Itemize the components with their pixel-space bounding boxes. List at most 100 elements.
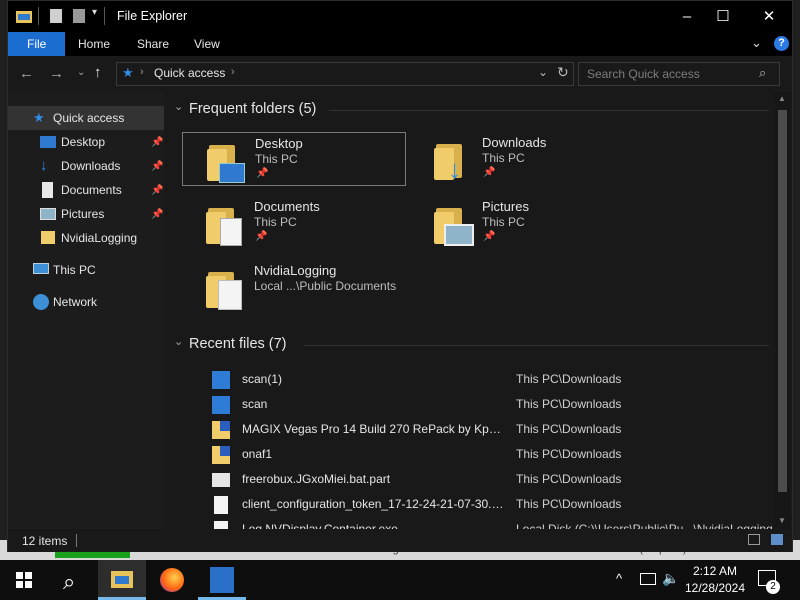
search-button[interactable]: ⌕ [48, 560, 96, 600]
clock-time[interactable]: 2:12 AM [685, 564, 745, 578]
pin-icon[interactable]: 📌 [151, 155, 163, 179]
recent-file-row[interactable]: scan(1) This PC\Downloads [164, 367, 774, 392]
nav-item-desktop[interactable]: Desktop 📌 [8, 130, 164, 154]
new-folder-icon[interactable] [73, 9, 85, 23]
firefox-icon [160, 568, 184, 592]
search-input[interactable]: Search Quick access [587, 67, 700, 81]
tab-home[interactable]: Home [64, 32, 124, 56]
large-icons-view-icon[interactable] [771, 534, 783, 545]
folder-icon-accent [115, 576, 129, 584]
folder-tile-nvidialogging[interactable]: NvidiaLogging Local ...\Public Documents [182, 260, 404, 312]
desktop-icon [40, 136, 56, 148]
status-bar: 12 items [8, 529, 792, 552]
file-name: client_configuration_token_17-12-24-21-0… [242, 497, 504, 511]
file-location: This PC\Downloads [516, 422, 622, 436]
recent-file-row[interactable]: MAGIX Vegas Pro 14 Build 270 RePack by K… [164, 417, 774, 442]
network-status-icon[interactable] [640, 573, 656, 585]
collapse-chevron-icon[interactable]: ⌄ [174, 100, 183, 113]
search-icon[interactable]: ⌕ [759, 65, 766, 81]
folder-tile-desktop[interactable]: Desktop This PC 📌 [182, 132, 406, 186]
help-icon[interactable]: ? [774, 36, 789, 51]
collapse-chevron-icon[interactable]: ⌄ [174, 335, 183, 348]
show-hidden-icons-icon[interactable]: ^ [616, 571, 622, 586]
downloads-folder-icon: ↓ [432, 140, 472, 182]
file-name: onaf1 [242, 447, 273, 461]
file-name: freerobux.JGxoMiei.bat.part [242, 472, 391, 486]
breadcrumb-quick-access[interactable]: Quick access [154, 66, 225, 80]
recent-file-row[interactable]: client_configuration_token_17-12-24-21-0… [164, 492, 774, 517]
up-button[interactable]: ↑ [94, 64, 102, 81]
properties-icon[interactable] [50, 9, 62, 23]
scroll-up-icon[interactable]: ▲ [778, 94, 786, 103]
qat-divider [38, 7, 39, 25]
folder-tile-downloads[interactable]: ↓ Downloads This PC 📌 [410, 132, 632, 184]
recent-file-row[interactable]: Log.NVDisplay.Container.exe Local Disk (… [164, 517, 774, 529]
status-divider [76, 534, 77, 547]
recent-locations-icon[interactable]: ⌄ [77, 67, 85, 78]
vertical-scrollbar[interactable]: ▲ ▼ [774, 92, 791, 529]
nav-item-pictures[interactable]: Pictures 📌 [8, 202, 164, 226]
scroll-down-icon[interactable]: ▼ [778, 516, 786, 525]
details-view-icon[interactable] [748, 534, 760, 545]
navigation-pane: ★ Quick access Desktop 📌 ↓ Downloads 📌 D… [8, 92, 164, 529]
maximize-button[interactable]: ☐ [700, 1, 746, 32]
start-button[interactable] [0, 560, 48, 600]
tile-location: This PC [482, 151, 525, 165]
clock-date[interactable]: 12/28/2024 [683, 581, 747, 595]
file-explorer-taskbar-button[interactable] [98, 560, 146, 600]
volume-muted-icon[interactable]: 🔈 [662, 570, 679, 587]
back-button[interactable]: ← [19, 65, 34, 82]
nav-item-documents[interactable]: Documents 📌 [8, 178, 164, 202]
forward-button[interactable]: → [49, 65, 64, 82]
tile-location: This PC [255, 152, 298, 166]
nav-item-downloads[interactable]: ↓ Downloads 📌 [8, 154, 164, 178]
tile-location: This PC [482, 215, 525, 229]
chevron-right-icon[interactable]: › [231, 66, 235, 78]
nav-item-quick-access[interactable]: ★ Quick access [8, 106, 164, 130]
network-icon [33, 294, 49, 310]
text-file-icon [214, 496, 228, 514]
pin-icon: 📌 [255, 231, 268, 242]
address-bar[interactable]: ★ › Quick access › ⌄ ↻ [116, 62, 574, 86]
recent-file-row[interactable]: onaf1 This PC\Downloads [164, 442, 774, 467]
exe-file-icon [214, 521, 228, 529]
address-dropdown-icon[interactable]: ⌄ [538, 65, 548, 79]
tab-share[interactable]: Share [123, 32, 183, 56]
documents-icon [42, 182, 53, 198]
recent-file-row[interactable]: freerobux.JGxoMiei.bat.part This PC\Down… [164, 467, 774, 492]
pin-icon[interactable]: 📌 [151, 131, 163, 155]
nav-label: Pictures [61, 207, 105, 221]
search-icon: ⌕ [63, 569, 76, 594]
nav-item-nvidialogging[interactable]: NvidiaLogging [8, 226, 164, 250]
refresh-icon[interactable]: ↻ [557, 64, 569, 81]
taskbar: ⌕ ^ 🔈 2:12 AM 12/28/2024 2 [0, 560, 800, 600]
firefox-taskbar-button[interactable] [148, 560, 196, 600]
tab-view[interactable]: View [180, 32, 234, 56]
archive-file-icon [212, 446, 230, 464]
pin-icon[interactable]: 📌 [151, 203, 163, 227]
scroll-thumb[interactable] [778, 110, 787, 492]
frequent-folders-header[interactable]: Frequent folders (5) [189, 101, 316, 117]
recent-files-header[interactable]: Recent files (7) [189, 336, 287, 352]
vegas-taskbar-button[interactable] [198, 560, 246, 600]
folder-tile-documents[interactable]: Documents This PC 📌 [182, 196, 404, 248]
qat-dropdown-icon[interactable]: ▾ [92, 7, 97, 18]
ribbon-tabs: File Home Share View ⌄ ? [8, 32, 792, 56]
folder-icon [41, 231, 55, 244]
pin-icon[interactable]: 📌 [151, 179, 163, 203]
tab-file[interactable]: File [8, 32, 66, 56]
title-bar[interactable]: ▾ File Explorer – ☐ ✕ [8, 1, 792, 32]
nav-label: Documents [61, 183, 122, 197]
recent-file-row[interactable]: scan This PC\Downloads [164, 392, 774, 417]
vegas-file-icon [212, 371, 230, 389]
search-box[interactable]: Search Quick access ⌕ [578, 62, 780, 86]
section-divider [329, 110, 769, 111]
ribbon-expand-icon[interactable]: ⌄ [751, 35, 762, 51]
folder-tile-pictures[interactable]: Pictures This PC 📌 [410, 196, 632, 248]
pin-icon: 📌 [483, 167, 496, 178]
pictures-icon [40, 208, 56, 220]
nav-item-this-pc[interactable]: This PC [8, 258, 164, 282]
close-button[interactable]: ✕ [746, 1, 792, 32]
pictures-folder-icon [432, 204, 474, 246]
nav-item-network[interactable]: Network [8, 290, 164, 314]
